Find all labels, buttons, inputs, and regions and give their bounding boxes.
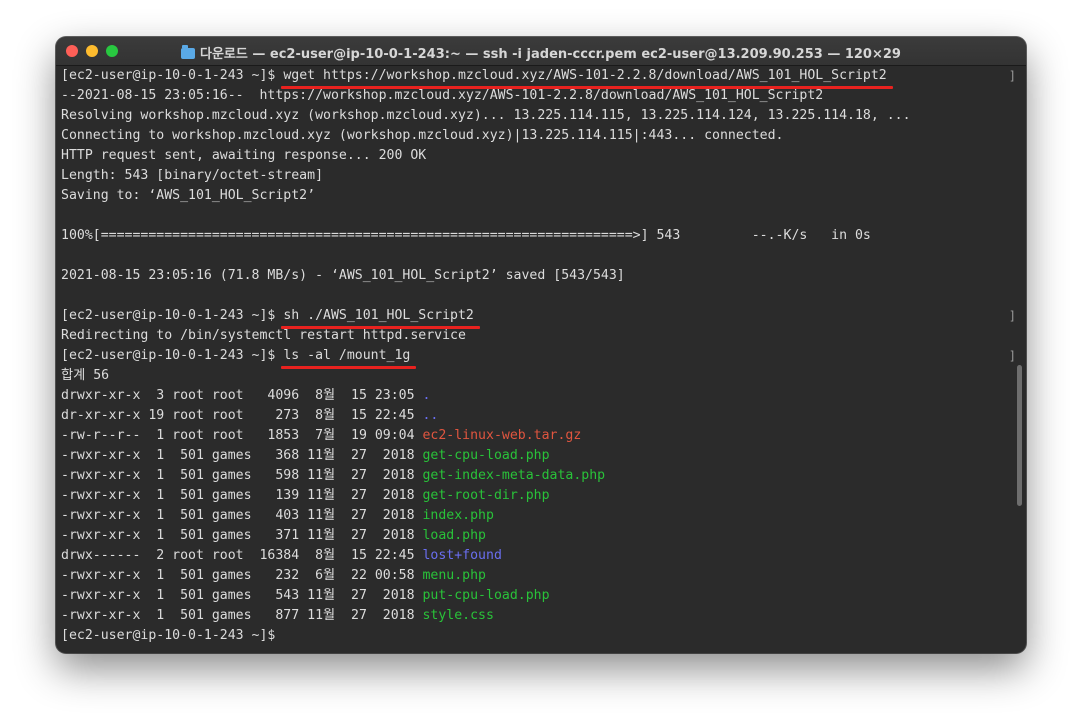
file-name: lost+found	[422, 548, 502, 563]
prompt-line-ls: [ec2-user@ip-10-0-1-243 ~]$ ls -al /moun…	[61, 346, 1016, 369]
ls-listing: drwxr-xr-x 3 root root 4096 8월 15 23:05 …	[61, 386, 1016, 626]
ls-row: -rwxr-xr-x 1 501 games 403 11월 27 2018 i…	[61, 506, 1016, 526]
line-end-marker: ]	[1008, 349, 1016, 363]
ls-row: -rwxr-xr-x 1 501 games 368 11월 27 2018 g…	[61, 446, 1016, 466]
file-name: .	[422, 388, 431, 403]
prompt: [ec2-user@ip-10-0-1-243 ~]$	[61, 308, 284, 323]
ls-row: dr-xr-xr-x 19 root root 273 8월 15 22:45 …	[61, 406, 1016, 426]
scrollbar[interactable]	[1017, 365, 1022, 506]
file-meta: -rwxr-xr-x 1 501 games 139 11월 27 2018	[61, 488, 423, 503]
ls-row: -rwxr-xr-x 1 501 games 598 11월 27 2018 g…	[61, 466, 1016, 486]
file-meta: dr-xr-xr-x 19 root root 273 8월 15 22:45	[61, 408, 423, 423]
terminal-window: 다운로드 — ec2-user@ip-10-0-1-243:~ — ssh -i…	[56, 37, 1026, 653]
window-title: 다운로드 — ec2-user@ip-10-0-1-243:~ — ssh -i…	[56, 43, 1026, 62]
ls-row: drwx------ 2 root root 16384 8월 15 22:45…	[61, 546, 1016, 566]
prompt-line-wget: [ec2-user@ip-10-0-1-243 ~]$ wget https:/…	[61, 66, 1016, 89]
terminal-content[interactable]: [ec2-user@ip-10-0-1-243 ~]$ wget https:/…	[61, 66, 1016, 651]
file-meta: -rwxr-xr-x 1 501 games 371 11월 27 2018	[61, 528, 423, 543]
output-line: Saving to: ‘AWS_101_HOL_Script2’	[61, 188, 316, 203]
file-name: load.php	[422, 528, 487, 543]
file-meta: -rwxr-xr-x 1 501 games 368 11월 27 2018	[61, 448, 423, 463]
file-name: get-root-dir.php	[422, 488, 550, 503]
file-meta: -rwxr-xr-x 1 501 games 598 11월 27 2018	[61, 468, 423, 483]
ls-row: -rw-r--r-- 1 root root 1853 7월 19 09:04 …	[61, 426, 1016, 446]
window-title-text: 다운로드 — ec2-user@ip-10-0-1-243:~ — ssh -i…	[200, 47, 901, 62]
file-meta: drwxr-xr-x 3 root root 4096 8월 15 23:05	[61, 388, 423, 403]
command-ls: ls -al /mount_1g	[281, 346, 417, 369]
ls-row: -rwxr-xr-x 1 501 games 877 11월 27 2018 s…	[61, 606, 1016, 626]
ls-row: -rwxr-xr-x 1 501 games 371 11월 27 2018 l…	[61, 526, 1016, 546]
command-wget: wget https://workshop.mzcloud.xyz/AWS-10…	[281, 66, 894, 89]
file-name: ..	[422, 408, 439, 423]
file-meta: -rw-r--r-- 1 root root 1853 7월 19 09:04	[61, 428, 423, 443]
file-meta: -rwxr-xr-x 1 501 games 403 11월 27 2018	[61, 508, 423, 523]
progress-line: 100%[===================================…	[61, 228, 871, 243]
output-line: Connecting to workshop.mzcloud.xyz (work…	[61, 128, 784, 143]
file-name: menu.php	[422, 568, 487, 583]
file-meta: -rwxr-xr-x 1 501 games 232 6월 22 00:58	[61, 568, 423, 583]
prompt-line-current[interactable]: [ec2-user@ip-10-0-1-243 ~]$	[61, 626, 1016, 646]
output-line: Resolving workshop.mzcloud.xyz (workshop…	[61, 108, 911, 123]
output-line: --2021-08-15 23:05:16-- https://workshop…	[61, 88, 824, 103]
file-meta: drwx------ 2 root root 16384 8월 15 22:45	[61, 548, 423, 563]
command-sh: sh ./AWS_101_HOL_Script2	[281, 306, 480, 329]
title-bar[interactable]: 다운로드 — ec2-user@ip-10-0-1-243:~ — ssh -i…	[56, 37, 1026, 66]
ls-row: -rwxr-xr-x 1 501 games 232 6월 22 00:58 m…	[61, 566, 1016, 586]
prompt-line-sh: [ec2-user@ip-10-0-1-243 ~]$ sh ./AWS_101…	[61, 306, 1016, 329]
line-end-marker: ]	[1008, 69, 1016, 83]
prompt: [ec2-user@ip-10-0-1-243 ~]$	[61, 628, 284, 643]
file-name: get-cpu-load.php	[422, 448, 550, 463]
prompt: [ec2-user@ip-10-0-1-243 ~]$	[61, 68, 284, 83]
output-line: 2021-08-15 23:05:16 (71.8 MB/s) - ‘AWS_1…	[61, 268, 625, 283]
file-name: get-index-meta-data.php	[422, 468, 606, 483]
output-line: Redirecting to /bin/systemctl restart ht…	[61, 328, 466, 343]
ls-total: 합계 56	[61, 368, 110, 383]
output-line: HTTP request sent, awaiting response... …	[61, 148, 427, 163]
ls-row: drwxr-xr-x 3 root root 4096 8월 15 23:05 …	[61, 386, 1016, 406]
ls-row: -rwxr-xr-x 1 501 games 139 11월 27 2018 g…	[61, 486, 1016, 506]
output-line: Length: 543 [binary/octet-stream]	[61, 168, 324, 183]
file-name: style.css	[422, 608, 494, 623]
file-name: put-cpu-load.php	[422, 588, 550, 603]
line-end-marker: ]	[1008, 309, 1016, 323]
file-name: ec2-linux-web.tar.gz	[422, 428, 582, 443]
file-meta: -rwxr-xr-x 1 501 games 877 11월 27 2018	[61, 608, 423, 623]
prompt: [ec2-user@ip-10-0-1-243 ~]$	[61, 348, 284, 363]
folder-icon	[181, 45, 196, 59]
file-name: index.php	[422, 508, 494, 523]
file-meta: -rwxr-xr-x 1 501 games 543 11월 27 2018	[61, 588, 423, 603]
ls-row: -rwxr-xr-x 1 501 games 543 11월 27 2018 p…	[61, 586, 1016, 606]
